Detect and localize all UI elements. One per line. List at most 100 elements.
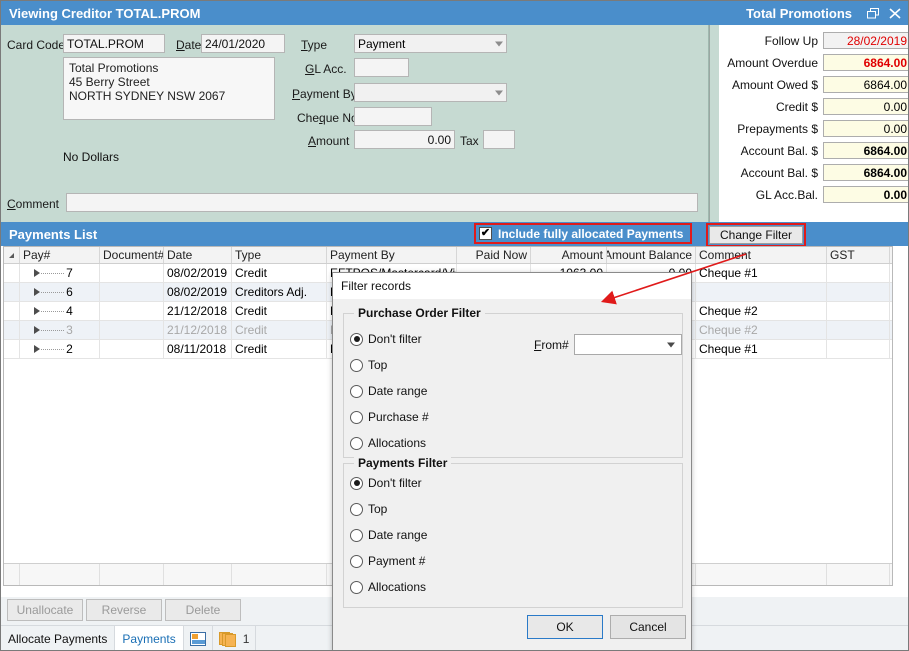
summary-row-value[interactable]: 0.00 xyxy=(823,120,909,137)
creditor-summary-panel: Follow Up28/02/2019Amount Overdue6864.00… xyxy=(709,25,909,222)
radio-icon[interactable] xyxy=(350,411,363,424)
tab-card-view[interactable] xyxy=(184,626,213,651)
payments-filter-option-top[interactable]: Top xyxy=(350,502,387,516)
column-header-comment[interactable]: Comment xyxy=(696,247,827,263)
payments-filter-option-payment-[interactable]: Payment # xyxy=(350,554,425,568)
tab-payments[interactable]: Payments xyxy=(115,626,183,651)
row-expander[interactable] xyxy=(4,340,20,358)
restore-window-icon[interactable] xyxy=(862,3,884,23)
cell-pay-number: 4 xyxy=(20,302,100,320)
radio-icon[interactable] xyxy=(350,503,363,516)
summary-row-value[interactable]: 6864.00 xyxy=(823,54,909,71)
payments-filter-option-don-t-filter[interactable]: Don't filter xyxy=(350,476,422,490)
radio-label: Top xyxy=(368,502,387,516)
payments-filter-option-date-range[interactable]: Date range xyxy=(350,528,427,542)
include-allocated-checkbox[interactable]: ✔ xyxy=(479,227,492,240)
column-header-document-[interactable]: Document# xyxy=(100,247,164,263)
radio-icon[interactable] xyxy=(350,581,363,594)
card-code-field[interactable]: TOTAL.PROM xyxy=(63,34,165,53)
row-expander[interactable] xyxy=(4,302,20,320)
column-header-type[interactable]: Type xyxy=(232,247,327,263)
radio-label: Allocations xyxy=(368,436,426,450)
summary-row-value[interactable]: 6864.00 xyxy=(823,164,909,181)
summary-row-value[interactable]: 28/02/2019 xyxy=(823,32,909,49)
column-header-paid-now[interactable]: Paid Now xyxy=(457,247,531,263)
payment-by-select[interactable] xyxy=(354,83,507,102)
column-header-amount-balance[interactable]: Amount Balance xyxy=(607,247,696,263)
type-select[interactable]: Payment xyxy=(354,34,507,53)
purchase-filter-option-date-range[interactable]: Date range xyxy=(350,384,427,398)
column-header-payment-by[interactable]: Payment By xyxy=(327,247,457,263)
column-header-amount[interactable]: Amount xyxy=(531,247,607,263)
column-header-date[interactable]: Date xyxy=(164,247,232,263)
cell-date: 08/02/2019 xyxy=(164,283,232,301)
purchase-filter-option-don-t-filter[interactable]: Don't filter xyxy=(350,332,422,346)
expand-triangle-icon[interactable] xyxy=(34,307,40,315)
radio-icon[interactable] xyxy=(350,333,363,346)
radio-icon[interactable] xyxy=(350,359,363,372)
radio-icon[interactable] xyxy=(350,437,363,450)
expand-triangle-icon[interactable] xyxy=(34,345,40,353)
column-header-pay-[interactable]: Pay# xyxy=(20,247,100,263)
radio-label: Don't filter xyxy=(368,332,422,346)
cell-date: 21/12/2018 xyxy=(164,302,232,320)
radio-icon[interactable] xyxy=(350,529,363,542)
creditor-form-panel: Card Code TOTAL.PROM Date 24/01/2020 Tot… xyxy=(1,25,709,222)
reverse-button[interactable]: Reverse xyxy=(86,599,162,621)
gl-acc-field[interactable] xyxy=(354,58,409,77)
expand-triangle-icon[interactable] xyxy=(34,269,40,277)
from-number-label: From# xyxy=(534,338,569,352)
summary-row: GL Acc.Bal.0.00 xyxy=(719,185,909,204)
expand-triangle-icon[interactable] xyxy=(34,326,40,334)
summary-row: Credit $0.00 xyxy=(719,97,909,116)
tab-allocate-payments[interactable]: Allocate Payments xyxy=(1,626,115,651)
cell-comment: Cheque #2 xyxy=(696,302,827,320)
column-header-corner[interactable] xyxy=(4,247,20,263)
address-box[interactable]: Total Promotions 45 Berry Street NORTH S… xyxy=(63,57,275,120)
comment-field[interactable] xyxy=(66,193,698,212)
row-expander[interactable] xyxy=(4,283,20,301)
summary-row-value[interactable]: 0.00 xyxy=(823,186,909,203)
no-dollars-text: No Dollars xyxy=(63,150,119,164)
delete-button[interactable]: Delete xyxy=(165,599,241,621)
summary-row-value[interactable]: 6864.00 xyxy=(823,142,909,159)
ok-button[interactable]: OK xyxy=(527,615,603,639)
close-icon[interactable] xyxy=(884,3,906,23)
grid-footer-cell xyxy=(232,564,327,585)
row-expander[interactable] xyxy=(4,264,20,282)
change-filter-button[interactable]: Change Filter xyxy=(709,226,803,244)
summary-row-label: Amount Overdue xyxy=(719,56,823,70)
radio-icon[interactable] xyxy=(350,477,363,490)
tree-connector xyxy=(41,311,64,312)
cell-gst xyxy=(827,264,890,282)
payments-filter-option-allocations[interactable]: Allocations xyxy=(350,580,426,594)
purchase-filter-option-top[interactable]: Top xyxy=(350,358,387,372)
tab-copy-pages[interactable]: 1 xyxy=(213,626,257,651)
unallocate-button[interactable]: Unallocate xyxy=(7,599,83,621)
cell-type: Credit xyxy=(232,321,327,339)
column-header-gst[interactable]: GST xyxy=(827,247,890,263)
filter-records-dialog: Filter records Purchase Order Filter Don… xyxy=(332,272,692,651)
from-number-select[interactable] xyxy=(574,334,682,355)
creditor-window: Viewing Creditor TOTAL.PROM Total Promot… xyxy=(0,0,909,651)
row-expander[interactable] xyxy=(4,321,20,339)
purchase-filter-option-allocations[interactable]: Allocations xyxy=(350,436,426,450)
card-code-label: Card Code xyxy=(7,38,65,52)
cell-document xyxy=(100,321,164,339)
amount-field[interactable]: 0.00 xyxy=(354,130,455,149)
purchase-filter-option-purchase-[interactable]: Purchase # xyxy=(350,410,429,424)
radio-icon[interactable] xyxy=(350,555,363,568)
summary-row: Account Bal. $6864.00 xyxy=(719,163,909,182)
expand-triangle-icon[interactable] xyxy=(34,288,40,296)
comment-label: Comment xyxy=(7,197,59,211)
cheque-no-field[interactable] xyxy=(354,107,432,126)
summary-row-value[interactable]: 0.00 xyxy=(823,98,909,115)
summary-row: Follow Up28/02/2019 xyxy=(719,31,909,50)
summary-row-value[interactable]: 6864.00 xyxy=(823,76,909,93)
date-field[interactable]: 24/01/2020 xyxy=(201,34,285,53)
tax-field[interactable] xyxy=(483,130,515,149)
summary-row-label: Follow Up xyxy=(719,34,823,48)
cancel-button[interactable]: Cancel xyxy=(610,615,686,639)
radio-icon[interactable] xyxy=(350,385,363,398)
pay-number-text: 3 xyxy=(66,323,73,337)
